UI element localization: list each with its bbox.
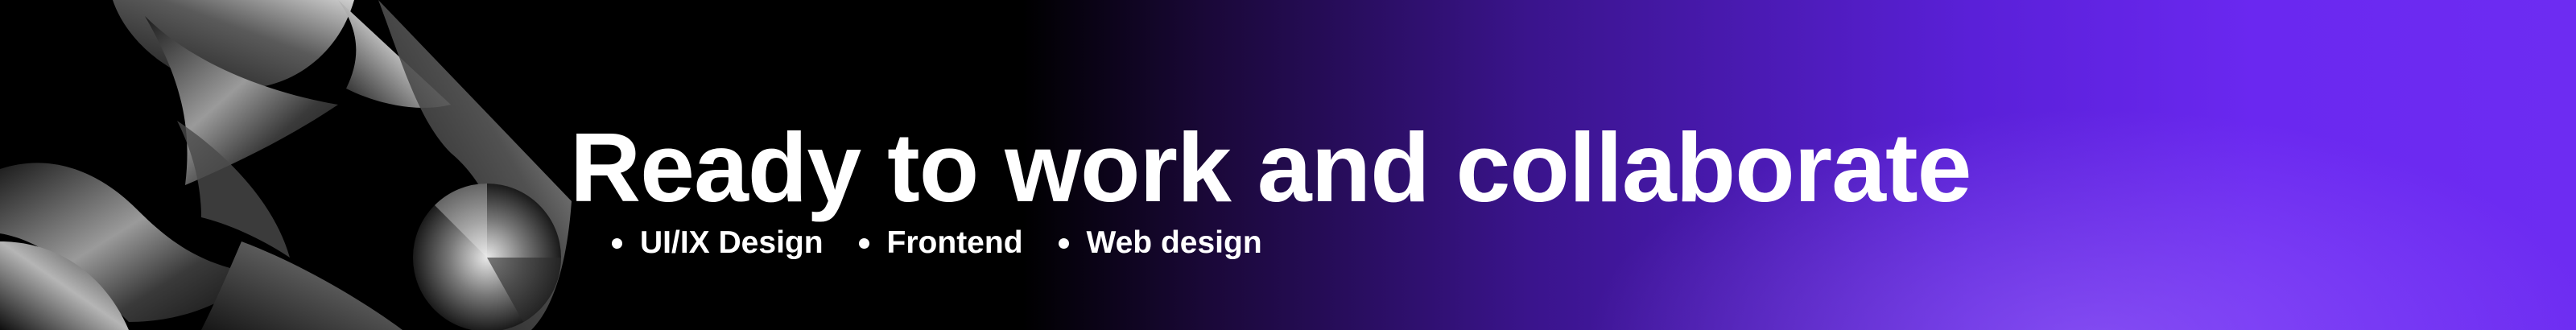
service-tag-label: Frontend [886,225,1023,260]
bullet-icon [1058,237,1069,249]
service-tag-web-design: Web design [1058,222,1262,264]
bullet-icon [612,237,622,249]
service-tag-uiux-design: UI/IX Design [612,222,824,264]
service-tag-frontend: Frontend [858,222,1023,264]
service-tags-list: UI/IX Design Frontend Web design [612,222,1262,264]
service-tag-label: UI/IX Design [640,225,824,260]
bullet-icon [858,237,869,249]
headline: Ready to work and collaborate [570,113,1971,222]
abstract-metallic-shapes-illustration [0,0,596,330]
hero-banner: Ready to work and collaborate UI/IX Desi… [0,0,2576,330]
service-tag-label: Web design [1086,225,1262,260]
